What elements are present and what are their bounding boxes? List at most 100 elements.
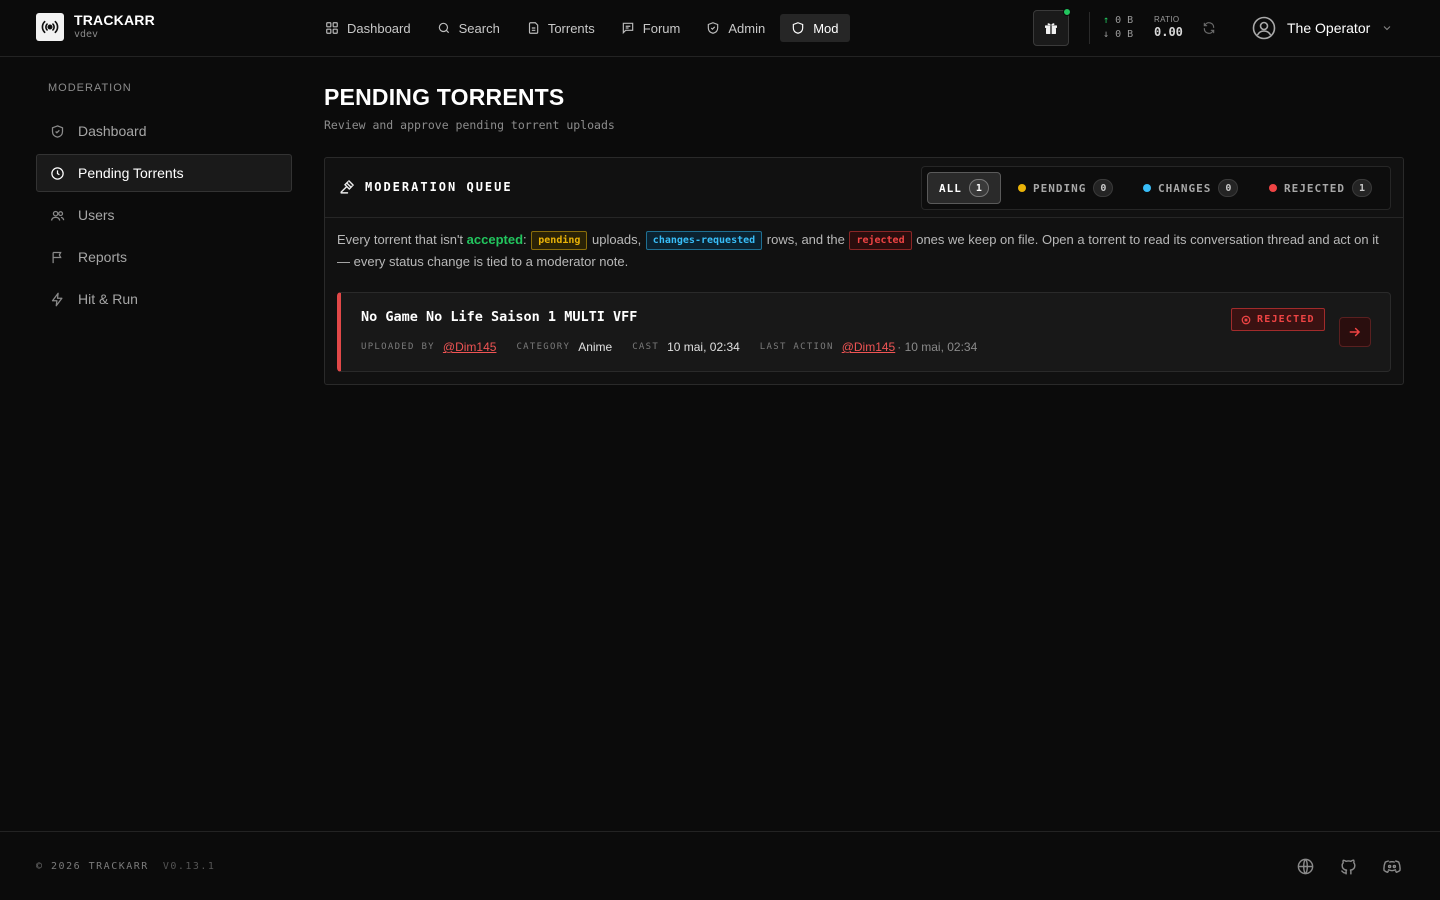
torrent-title: No Game No Life Saison 1 MULTI VFF (361, 309, 638, 325)
filter-count: 0 (1093, 179, 1114, 197)
nav-dashboard[interactable]: Dashboard (314, 14, 422, 42)
download-value: 0 B (1115, 29, 1134, 40)
open-torrent-button[interactable] (1339, 317, 1371, 347)
category-label: CATEGORY (516, 342, 571, 352)
notification-dot (1063, 8, 1071, 16)
top-navigation-bar: TRACKARR vdev Dashboard Search Torrents … (0, 0, 1440, 57)
filter-label: PENDING (1033, 181, 1087, 195)
queue-description: Every torrent that isn't accepted: pendi… (337, 229, 1395, 273)
page-subtitle: Review and approve pending torrent uploa… (324, 118, 615, 132)
cast-value: 10 mai, 02:34 (667, 340, 740, 354)
nav-mod-label: Mod (813, 20, 839, 36)
rejected-tag: rejected (849, 231, 912, 250)
clock-icon (50, 166, 65, 181)
broadcast-icon (36, 13, 64, 41)
last-action-label: LAST ACTION (759, 342, 834, 352)
flag-icon (50, 250, 65, 265)
desc-text: Every torrent that isn't (337, 232, 467, 247)
nav-forum[interactable]: Forum (610, 14, 692, 42)
page-title: PENDING TORRENTS (324, 84, 565, 110)
sidebar-item-users[interactable]: Users (36, 196, 292, 234)
nav-search[interactable]: Search (426, 14, 511, 42)
user-menu[interactable]: The Operator (1252, 16, 1393, 40)
filter-count: 1 (1351, 179, 1373, 197)
nav-dashboard-label: Dashboard (347, 20, 411, 36)
nav-torrents-label: Torrents (547, 20, 595, 36)
last-action-user-link[interactable]: @Dim145 (842, 340, 896, 354)
filter-rejected[interactable]: REJECTED 1 (1258, 172, 1383, 204)
status-badge-label: REJECTED (1257, 314, 1315, 325)
rejected-dot-icon (1269, 184, 1277, 192)
sidebar-item-label: Reports (78, 249, 128, 265)
uploader-link[interactable]: @Dim145 (443, 340, 497, 354)
nav-mod[interactable]: Mod (780, 14, 850, 42)
status-badge: REJECTED (1231, 308, 1325, 331)
sidebar-item-dashboard[interactable]: Dashboard (36, 112, 292, 150)
torrent-row[interactable]: No Game No Life Saison 1 MULTI VFF UPLOA… (337, 292, 1391, 372)
arrow-right-icon (1348, 325, 1362, 339)
filter-label: ALL (939, 181, 962, 195)
pending-dot-icon (1018, 184, 1026, 192)
uploaded-by-label: UPLOADED BY (361, 342, 435, 352)
brand-version: vdev (74, 29, 99, 40)
brand[interactable]: TRACKARR vdev (36, 13, 155, 41)
chevron-down-icon (1381, 22, 1393, 34)
footer: © 2026 TRACKARR V0.13.1 (0, 831, 1440, 900)
category-value: Anime (578, 340, 613, 354)
github-icon[interactable] (1339, 857, 1358, 876)
queue-title-label: MODERATION QUEUE (365, 179, 513, 194)
shield-check-icon (706, 21, 720, 35)
ratio-value: 0.00 (1154, 25, 1183, 39)
torrent-meta: UPLOADED BY @Dim145 CATEGORY Anime CAST … (361, 340, 977, 354)
sidebar-item-pending-torrents[interactable]: Pending Torrents (36, 154, 292, 192)
filter-count: 1 (968, 179, 989, 197)
sidebar-item-label: Hit & Run (78, 291, 138, 307)
main-nav: Dashboard Search Torrents Forum Admin Mo… (314, 14, 850, 42)
last-action-time: · 10 mai, 02:34 (897, 340, 978, 354)
globe-icon[interactable] (1296, 857, 1315, 876)
zap-icon (50, 292, 65, 307)
ratio-stat: RATIO 0.00 (1154, 14, 1183, 39)
gift-button[interactable] (1033, 8, 1071, 46)
status-filter-group: ALL 1 PENDING 0 CHANGES 0 REJECTED 1 (921, 166, 1391, 210)
queue-title: MODERATION QUEUE (339, 178, 513, 195)
upload-arrow-icon: ↑ (1103, 15, 1110, 26)
files-icon (526, 21, 540, 35)
filter-label: CHANGES (1158, 181, 1212, 195)
pending-tag: pending (531, 231, 588, 250)
x-circle-icon (1241, 315, 1251, 325)
transfer-stats: ↑ 0 B ↓ 0 B (1103, 14, 1133, 42)
desc-text: : (523, 232, 531, 247)
nav-torrents[interactable]: Torrents (515, 14, 606, 42)
desc-text: uploads, (588, 232, 645, 247)
app-version: V0.13.1 (162, 861, 216, 872)
sidebar-title: MODERATION (48, 82, 132, 94)
filter-pending[interactable]: PENDING 0 (1007, 172, 1124, 204)
filter-changes[interactable]: CHANGES 0 (1132, 172, 1249, 204)
sidebar-item-label: Pending Torrents (78, 165, 184, 181)
cast-label: CAST (632, 342, 660, 352)
filter-all[interactable]: ALL 1 (927, 172, 1001, 204)
sidebar-item-reports[interactable]: Reports (36, 238, 292, 276)
nav-admin-label: Admin (728, 20, 766, 36)
nav-search-label: Search (458, 20, 500, 36)
sidebar-item-hit-and-run[interactable]: Hit & Run (36, 280, 292, 318)
nav-forum-label: Forum (642, 20, 681, 36)
desc-text: rows, and the (763, 232, 849, 247)
users-icon (50, 208, 65, 223)
sidebar-item-label: Dashboard (78, 123, 147, 139)
changes-requested-tag: changes-requested (645, 231, 763, 250)
upload-value: 0 B (1115, 15, 1134, 26)
refresh-icon[interactable] (1202, 21, 1216, 35)
discord-icon[interactable] (1382, 857, 1402, 876)
header-divider (1089, 12, 1090, 44)
search-icon (437, 21, 451, 35)
shield-icon (791, 21, 805, 35)
chat-icon (621, 21, 635, 35)
footer-copyright: © 2026 TRACKARR V0.13.1 (36, 861, 215, 872)
shield-check-icon (50, 124, 65, 139)
nav-admin[interactable]: Admin (695, 14, 776, 42)
brand-name: TRACKARR (74, 12, 155, 28)
changes-dot-icon (1143, 184, 1151, 192)
filter-label: REJECTED (1284, 181, 1345, 195)
